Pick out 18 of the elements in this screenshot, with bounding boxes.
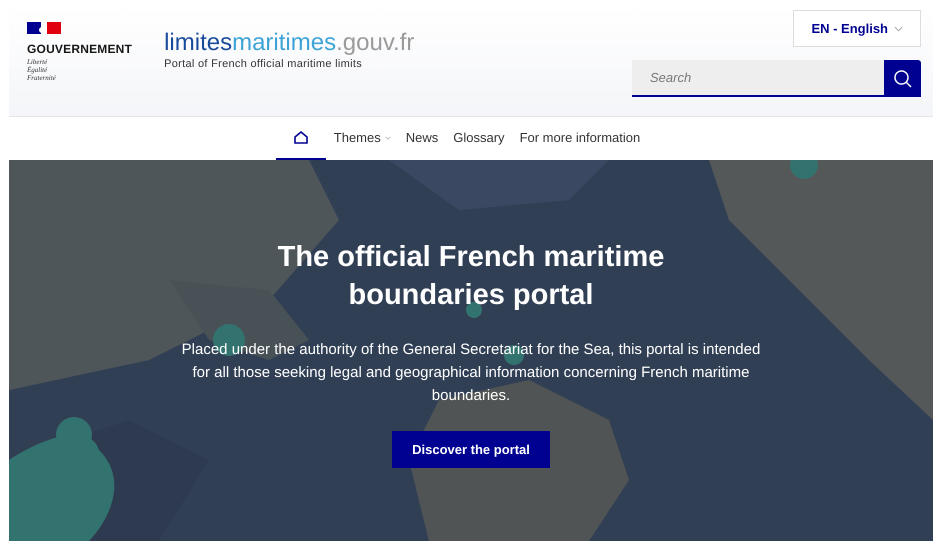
site-tagline: Portal of French official maritime limits	[164, 57, 364, 72]
search-field[interactable]: Search	[632, 60, 884, 97]
flag-icon	[27, 22, 61, 34]
search-icon	[892, 68, 912, 88]
hero-description: Placed under the authority of the General Secretariat for the Sea, this portal is intended for all those seeking legal and geographical information concerning French maritime boundaries.	[181, 340, 761, 406]
nav-link[interactable]: For more information	[512, 117, 648, 160]
site-logo[interactable]: limitesmaritimes.gouv.fr	[164, 30, 414, 56]
discover-button[interactable]: Discover the portal	[392, 431, 550, 468]
nav-link[interactable]: Themes	[326, 117, 398, 160]
government-name: GOUVERNEMENT	[27, 41, 132, 58]
nav-link[interactable]: News	[398, 117, 446, 160]
search-button[interactable]	[884, 60, 921, 97]
home-icon	[294, 131, 308, 144]
nav-link[interactable]: Glossary	[446, 117, 512, 160]
language-selector[interactable]: EN - English	[793, 10, 921, 47]
chevron-down-icon	[894, 26, 903, 32]
hero-title: The official French maritime boundaries portal	[276, 240, 666, 313]
chevron-down-icon	[384, 136, 391, 140]
